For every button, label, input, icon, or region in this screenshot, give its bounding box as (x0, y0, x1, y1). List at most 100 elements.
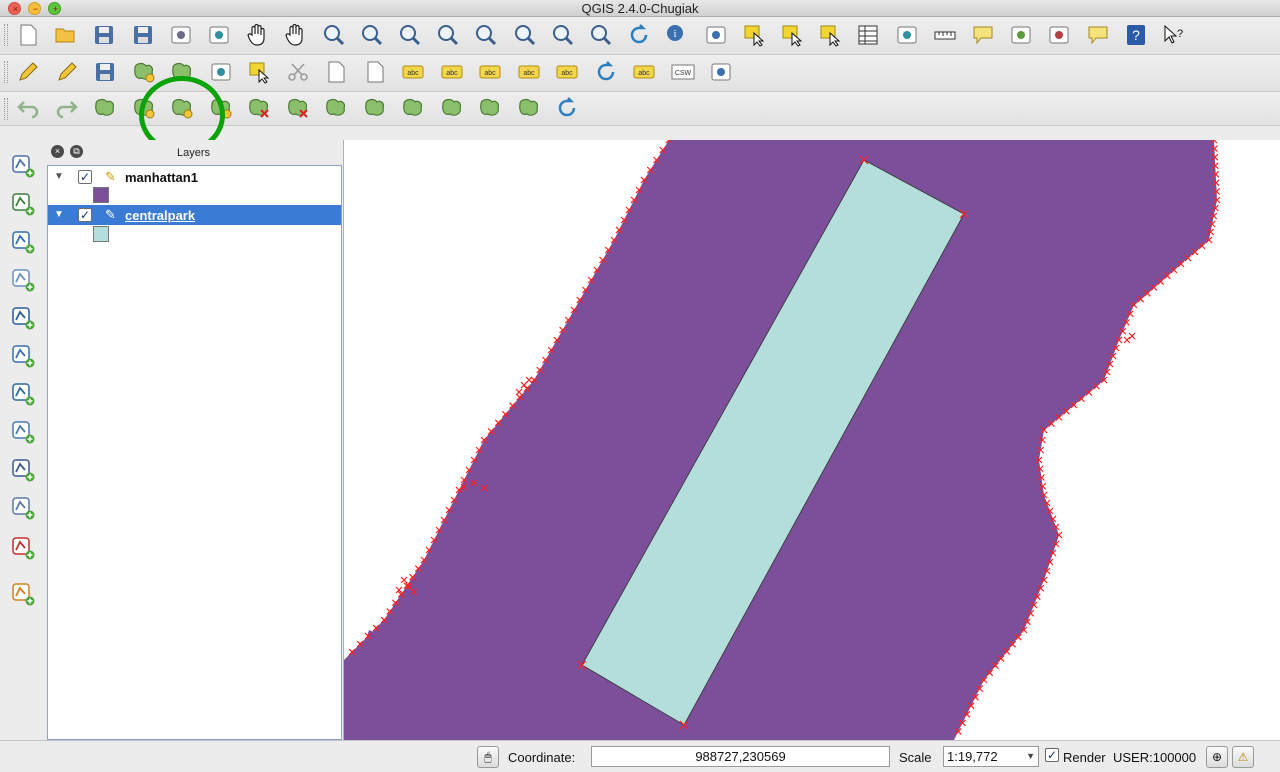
text-annotation-button[interactable] (1084, 22, 1112, 50)
layer-visibility-checkbox[interactable]: ✓ (78, 170, 92, 184)
split-parts-button[interactable] (438, 95, 466, 123)
rotate-point-symbols-button[interactable] (553, 95, 581, 123)
crs-status-label[interactable]: USER:100000 (1113, 750, 1196, 765)
composer-manager-button[interactable] (205, 22, 233, 50)
undo-button[interactable] (14, 95, 42, 123)
new-gpx-layer-button[interactable] (8, 580, 38, 610)
refresh-button[interactable] (625, 22, 653, 50)
toolbar-grip[interactable] (4, 24, 8, 46)
pin-labels-button[interactable]: abc (438, 59, 466, 87)
delete-ring-button[interactable] (245, 95, 273, 123)
save-layer-edits-button[interactable] (91, 59, 119, 87)
merge-selected-button[interactable] (476, 95, 504, 123)
paste-features-button[interactable] (361, 59, 389, 87)
render-checkbox[interactable]: ✓ (1045, 748, 1059, 762)
delete-selected-button[interactable] (245, 59, 273, 87)
new-shapefile-layer-button[interactable] (8, 494, 38, 524)
add-postgis-layer-button[interactable] (8, 228, 38, 258)
layer-visibility-checkbox[interactable]: ✓ (78, 208, 92, 222)
add-vector-layer-button[interactable] (8, 152, 38, 182)
move-label-button[interactable]: abc (553, 59, 581, 87)
reshape-features-button[interactable] (361, 95, 389, 123)
toggle-extents-button[interactable]: 🖱 (477, 746, 499, 768)
zoom-to-selection-button[interactable] (472, 22, 500, 50)
cut-features-button[interactable] (284, 59, 312, 87)
zoom-next-button[interactable] (587, 22, 615, 50)
new-project-button[interactable] (14, 22, 42, 50)
rotate-label-button[interactable] (592, 59, 620, 87)
zoom-to-layer-button[interactable] (511, 22, 539, 50)
move-feature-button[interactable] (168, 59, 196, 87)
add-wms-layer-button[interactable] (8, 342, 38, 372)
add-ring-button[interactable] (130, 95, 158, 123)
simplify-feature-button[interactable] (91, 95, 119, 123)
zoom-full-button[interactable] (434, 22, 462, 50)
new-print-composer-button[interactable] (167, 22, 195, 50)
remove-layer-button[interactable] (8, 534, 38, 564)
field-calculator-button[interactable] (893, 22, 921, 50)
messages-button[interactable]: ⚠ (1232, 746, 1254, 768)
current-edits-button[interactable] (14, 59, 42, 87)
add-feature-button[interactable] (130, 59, 158, 87)
refresh-icon (627, 23, 651, 50)
scale-combobox[interactable]: 1:19,772 ▼ (943, 746, 1039, 767)
coordinate-field[interactable]: 988727,230569 (591, 746, 890, 767)
zoom-last-button[interactable] (549, 22, 577, 50)
offset-curve-button[interactable] (322, 95, 350, 123)
copy-features-button[interactable] (322, 59, 350, 87)
select-features-button[interactable] (740, 22, 768, 50)
measure-button[interactable] (931, 22, 959, 50)
run-action-button[interactable] (702, 22, 730, 50)
digitize-plugin-button[interactable] (707, 59, 735, 87)
layer-row-centralpark[interactable]: ▼ ✓ ✎ centralpark (48, 205, 341, 225)
map-tips-button[interactable] (969, 22, 997, 50)
layer-row-manhattan1[interactable]: ▼ ✓ ✎ manhattan1 (48, 167, 341, 187)
save-project-button[interactable] (90, 22, 118, 50)
attribute-table-button[interactable] (854, 22, 882, 50)
zoom-out-button[interactable] (358, 22, 386, 50)
minimize-window-button[interactable]: − (28, 2, 41, 15)
node-tool-button[interactable] (207, 59, 235, 87)
add-wfs-layer-button[interactable] (8, 418, 38, 448)
add-spatialite-layer-button[interactable] (8, 266, 38, 296)
change-label-button[interactable]: abc (630, 59, 658, 87)
layer-symbol-swatch[interactable] (93, 226, 109, 242)
add-part-button[interactable] (168, 95, 196, 123)
identify-button[interactable]: i (663, 22, 691, 50)
deselect-button[interactable] (778, 22, 806, 50)
save-project-as-button[interactable] (129, 22, 157, 50)
split-features-button[interactable] (399, 95, 427, 123)
toolbar-grip[interactable] (4, 61, 8, 83)
layer-symbol-swatch[interactable] (93, 187, 109, 203)
expand-arrow-icon[interactable]: ▼ (54, 171, 64, 182)
zoom-actual-size-button[interactable] (396, 22, 424, 50)
merge-attributes-button[interactable] (515, 95, 543, 123)
whats-this-button[interactable]: ? (1160, 22, 1188, 50)
toolbar-grip[interactable] (4, 98, 8, 120)
delete-part-button[interactable] (284, 95, 312, 123)
toggle-editing-button[interactable] (53, 59, 81, 87)
label-tool-button[interactable]: abc (399, 59, 427, 87)
open-project-button[interactable] (52, 22, 80, 50)
close-window-button[interactable]: × (8, 2, 21, 15)
select-by-expression-button[interactable] (816, 22, 844, 50)
pan-map-button[interactable] (243, 22, 271, 50)
show-hide-labels-button[interactable]: abc (515, 59, 543, 87)
fill-ring-button[interactable] (207, 95, 235, 123)
zoom-in-button[interactable] (320, 22, 348, 50)
new-bookmark-button[interactable] (1007, 22, 1035, 50)
csw-button[interactable]: CSW (669, 59, 697, 87)
add-mssql-layer-button[interactable] (8, 304, 38, 334)
expand-arrow-icon[interactable]: ▼ (54, 209, 64, 220)
highlight-pinned-button[interactable]: abc (476, 59, 504, 87)
add-wcs-layer-button[interactable] (8, 380, 38, 410)
add-raster-layer-button[interactable] (8, 190, 38, 220)
redo-button[interactable] (53, 95, 81, 123)
zoom-window-button[interactable]: + (48, 2, 61, 15)
help-contents-button[interactable]: ? (1122, 22, 1150, 50)
pan-to-selection-button[interactable] (281, 22, 309, 50)
add-delimited-text-layer-button[interactable] (8, 456, 38, 486)
map-canvas[interactable] (343, 140, 1280, 740)
show-bookmarks-button[interactable] (1045, 22, 1073, 50)
crs-button[interactable]: ⊕ (1206, 746, 1228, 768)
